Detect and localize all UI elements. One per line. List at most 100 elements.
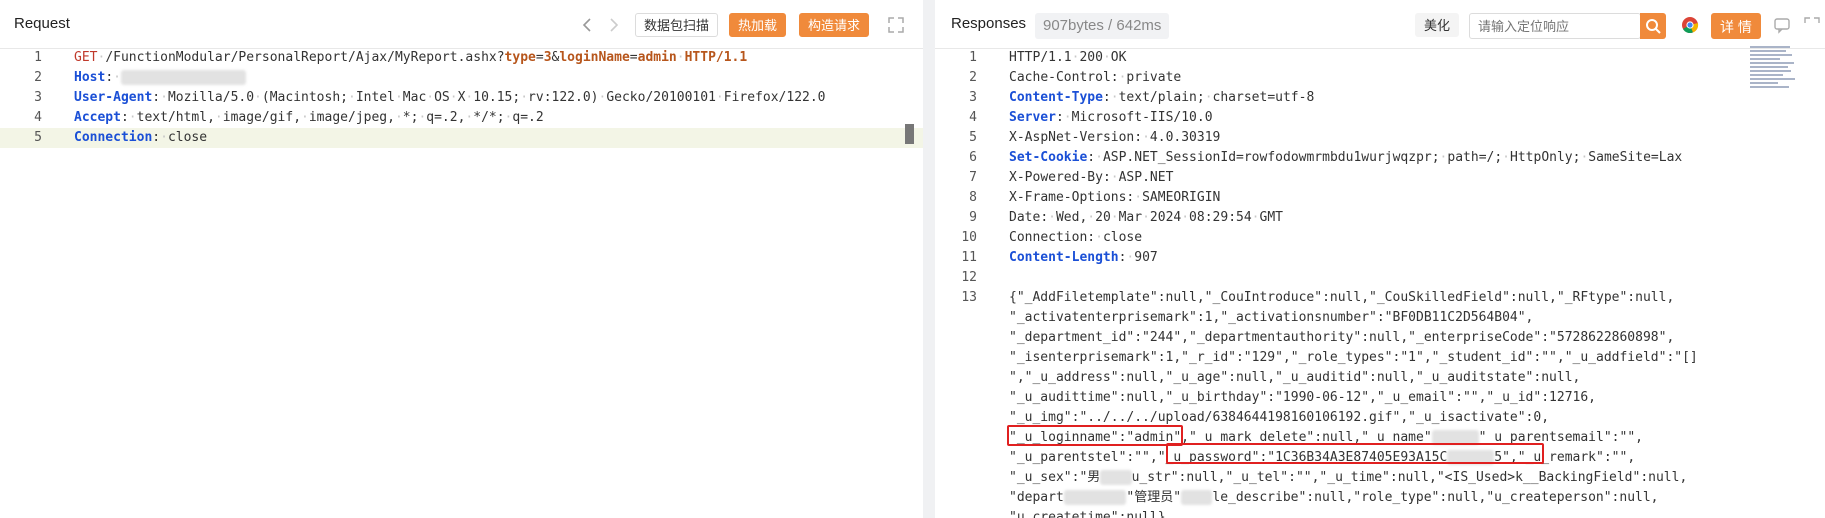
line-number: 3 bbox=[969, 90, 977, 105]
hot-load-button[interactable]: 热加载 bbox=[729, 13, 787, 37]
back-arrow-icon[interactable] bbox=[578, 15, 598, 35]
code-token: X-Frame-Options:·SAMEORIGIN bbox=[1009, 190, 1221, 205]
code-token: "管理员" bbox=[1126, 490, 1182, 505]
code-token: type bbox=[504, 50, 536, 65]
code-token: ","_u_address":null,"_u_age":null,"_u_au… bbox=[1009, 370, 1581, 385]
code-line: ","_u_address":null,"_u_age":null,"_u_au… bbox=[935, 368, 1825, 388]
search-button[interactable] bbox=[1640, 13, 1666, 39]
code-token: Host bbox=[74, 70, 106, 85]
loginname-highlight-box bbox=[1007, 425, 1183, 446]
request-title: Request bbox=[14, 15, 70, 32]
line-number: 4 bbox=[969, 110, 977, 125]
line-number: 1 bbox=[34, 50, 42, 65]
code-line: 1 HTTP/1.1·200·OK bbox=[935, 48, 1825, 68]
code-line: 8 X-Frame-Options:·SAMEORIGIN bbox=[935, 188, 1825, 208]
detail-button[interactable]: 详 情 bbox=[1711, 13, 1761, 39]
code-token: Server bbox=[1009, 110, 1056, 125]
line-number: 2 bbox=[969, 70, 977, 85]
code-token: HTTP/1.1·200·OK bbox=[1009, 50, 1127, 65]
forward-arrow-icon[interactable] bbox=[603, 15, 623, 35]
code-token: ████████████████ bbox=[120, 70, 247, 85]
code-token: le_describe":null,"role_type":null,"u_cr… bbox=[1212, 490, 1659, 505]
code-text: "u_createtime":null} bbox=[1009, 508, 1166, 518]
request-scrollbar[interactable] bbox=[905, 124, 914, 144]
code-line: 4 Accept:·text/html,·image/gif,·image/jpe… bbox=[0, 108, 923, 128]
code-token: 3 bbox=[543, 50, 552, 65]
code-token: Content-Length bbox=[1009, 250, 1119, 265]
code-text: GET·/FunctionModular/PersonalReport/Ajax… bbox=[74, 48, 747, 68]
response-minimap[interactable] bbox=[1750, 46, 1795, 94]
code-token: Connection bbox=[74, 130, 153, 145]
line-number: 3 bbox=[34, 90, 42, 105]
code-token: "u_createtime":null} bbox=[1009, 510, 1166, 518]
code-token: = bbox=[535, 50, 544, 65]
code-line: 3 User-Agent:·Mozilla/5.0·(Macintosh;·Int… bbox=[0, 88, 923, 108]
line-number: 2 bbox=[34, 70, 42, 85]
code-line: 2 Host:·████████████████ bbox=[0, 68, 923, 88]
search-icon bbox=[1646, 19, 1661, 34]
code-token: ████████ bbox=[1063, 490, 1127, 505]
code-token: HTTP/1.1 bbox=[684, 50, 748, 65]
code-token: :·close bbox=[152, 130, 208, 145]
build-request-button[interactable]: 构造请求 bbox=[799, 13, 870, 37]
code-text: Connection:·close bbox=[74, 128, 207, 148]
code-token: Content-Type bbox=[1009, 90, 1103, 105]
code-token: "_isenterprisemark":1,"_r_id":"129","_ro… bbox=[1009, 350, 1698, 365]
line-number: 4 bbox=[34, 110, 42, 125]
code-token: :·Microsoft-IIS/10.0 bbox=[1055, 110, 1213, 125]
request-header: Request 数据包扫描 热加载 构造请求 bbox=[0, 0, 923, 49]
code-token: ████ bbox=[1181, 490, 1213, 505]
code-line: "_u_sex":"男████u_str":null,"_u_tel":"","… bbox=[935, 468, 1825, 488]
response-header: Responses 907bytes / 642ms 美化 详 情 bbox=[935, 0, 1825, 49]
code-token: :·Mozilla/5.0·(Macintosh;·Intel·Mac·OS·X… bbox=[152, 90, 826, 105]
expand-icon[interactable] bbox=[886, 15, 906, 35]
code-token: admin bbox=[637, 50, 677, 65]
code-line: 4 Server:·Microsoft-IIS/10.0 bbox=[935, 108, 1825, 128]
code-line: "_u_audittime":null,"_u_birthday":"1990-… bbox=[935, 388, 1825, 408]
code-token: u_str":null,"_u_tel":"","_u_time":null,"… bbox=[1131, 470, 1688, 485]
line-number: 13 bbox=[961, 290, 977, 305]
chrome-icon[interactable] bbox=[1681, 16, 1701, 36]
code-line: 6 Set-Cookie:·ASP.NET_SessionId=rowfodowm… bbox=[935, 148, 1825, 168]
code-line: 11 Content-Length:·907 bbox=[935, 248, 1825, 268]
code-text: Content-Type:·text/plain;·charset=utf-8 bbox=[1009, 88, 1314, 108]
scan-packet-button[interactable]: 数据包扫描 bbox=[635, 13, 719, 37]
code-token: :·text/html,·image/gif,·image/jpeg,·*;·q… bbox=[120, 110, 544, 125]
code-token: GET bbox=[74, 50, 98, 65]
code-token: Connection:·close bbox=[1009, 230, 1143, 245]
request-editor[interactable]: 1 GET·/FunctionModular/PersonalReport/Aja… bbox=[0, 48, 923, 518]
code-token: "depart bbox=[1009, 490, 1064, 505]
code-text: Accept:·text/html,·image/gif,·image/jpeg… bbox=[74, 108, 544, 128]
comment-icon[interactable] bbox=[1773, 16, 1793, 36]
request-pane: Request 数据包扫描 热加载 构造请求 1 GET·/FunctionMod… bbox=[0, 0, 923, 518]
code-text: ","_u_address":null,"_u_age":null,"_u_au… bbox=[1009, 368, 1580, 388]
code-text: "depart████████"管理员"████le_describe":nul… bbox=[1009, 488, 1659, 508]
code-line: "_isenterprisemark":1,"_r_id":"129","_ro… bbox=[935, 348, 1825, 368]
code-text: Connection:·close bbox=[1009, 228, 1142, 248]
code-text: Set-Cookie:·ASP.NET_SessionId=rowfodowmr… bbox=[1009, 148, 1682, 168]
line-number: 6 bbox=[969, 150, 977, 165]
code-line: 3 Content-Type:·text/plain;·charset=utf-8 bbox=[935, 88, 1825, 108]
code-line: "_activatenterprisemark":1,"_activations… bbox=[935, 308, 1825, 328]
code-token: "_activatenterprisemark":1,"_activations… bbox=[1009, 310, 1534, 325]
code-line: 7 X-Powered-By:·ASP.NET bbox=[935, 168, 1825, 188]
code-text: X-Powered-By:·ASP.NET bbox=[1009, 168, 1173, 188]
locate-search-input[interactable] bbox=[1469, 13, 1641, 39]
code-token: · bbox=[676, 50, 685, 65]
code-text: User-Agent:·Mozilla/5.0·(Macintosh;·Inte… bbox=[74, 88, 826, 108]
expand-icon[interactable] bbox=[1803, 16, 1823, 36]
code-line: 13 {"_AddFiletemplate":null,"_CouIntroduc… bbox=[935, 288, 1825, 308]
code-token: :·ASP.NET_SessionId=rowfodowmrmbdu1wurjw… bbox=[1087, 150, 1683, 165]
code-text: Server:·Microsoft-IIS/10.0 bbox=[1009, 108, 1213, 128]
code-text: Content-Length:·907 bbox=[1009, 248, 1158, 268]
code-token: {"_AddFiletemplate":null,"_CouIntroduce"… bbox=[1009, 290, 1675, 305]
pane-divider[interactable] bbox=[923, 0, 935, 518]
code-line: "depart████████"管理员"████le_describe":nul… bbox=[935, 488, 1825, 508]
code-line: "u_createtime":null} bbox=[935, 508, 1825, 518]
beautify-button[interactable]: 美化 bbox=[1415, 13, 1460, 37]
line-number: 5 bbox=[34, 130, 42, 145]
code-token: loginName bbox=[559, 50, 630, 65]
line-number: 5 bbox=[969, 130, 977, 145]
code-token: Set-Cookie bbox=[1009, 150, 1088, 165]
code-text: X-Frame-Options:·SAMEORIGIN bbox=[1009, 188, 1220, 208]
